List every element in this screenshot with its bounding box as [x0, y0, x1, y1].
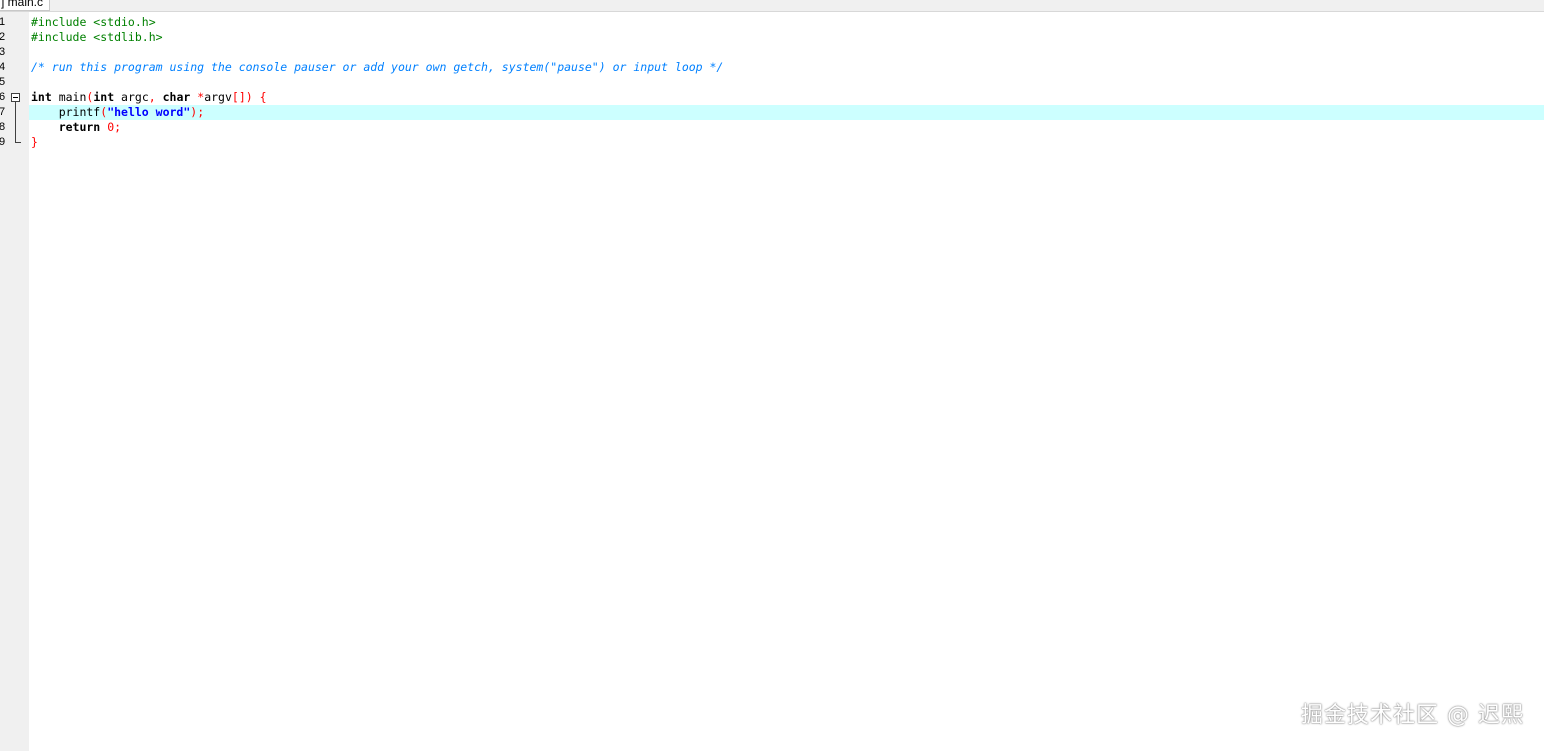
code-text: return 0;: [31, 120, 121, 135]
watermark: 掘金技术社区 @ 迟熙: [1301, 703, 1524, 728]
line-number: 2: [0, 31, 6, 43]
code-line[interactable]: 1 #include <stdio.h>: [0, 15, 1544, 30]
line-number: 9: [0, 136, 6, 148]
code-text: printf("hello word");: [31, 105, 204, 120]
line-number: 5: [0, 76, 6, 88]
code-line[interactable]: 5: [0, 75, 1544, 90]
code-token: "hello word": [107, 105, 191, 119]
code-line[interactable]: 8 return 0;: [0, 120, 1544, 135]
line-number: 6: [0, 91, 6, 103]
code-line[interactable]: 6 int main(int argc, char *argv[]) {: [0, 90, 1544, 105]
code-token: /* run this program using the console pa…: [31, 60, 724, 74]
line-number-area: 2: [0, 30, 29, 45]
code-text: int main(int argc, char *argv[]) {: [31, 90, 267, 105]
code-token: printf: [31, 105, 101, 119]
line-number-area: 4: [0, 60, 29, 75]
line-number: 7: [0, 106, 6, 118]
code-text: }: [31, 135, 38, 150]
code-line[interactable]: 7 printf("hello word");: [0, 105, 1544, 120]
line-number-area: 1: [0, 15, 29, 30]
code-text: #include <stdio.h>: [31, 15, 156, 30]
tab-main-c[interactable]: ] main.c: [0, 0, 51, 11]
code-token: #include <stdio.h>: [31, 15, 156, 29]
code-token: int: [93, 90, 115, 104]
line-number: 4: [0, 61, 6, 73]
code-token: ,: [148, 90, 156, 104]
code-token: argv: [204, 90, 232, 104]
code-token: int: [31, 90, 52, 104]
line-number: 1: [0, 16, 6, 28]
code-line[interactable]: 2 #include <stdlib.h>: [0, 30, 1544, 45]
code-token: {: [259, 90, 267, 104]
code-token: []): [231, 90, 253, 104]
code-token: main: [51, 90, 87, 104]
code-text: #include <stdlib.h>: [31, 30, 163, 45]
fold-collapse-icon[interactable]: [11, 93, 20, 102]
code-token: }: [31, 135, 38, 149]
code-token: return: [31, 120, 101, 134]
fold-end-marker: [15, 142, 21, 143]
code-token: #include <stdlib.h>: [31, 30, 163, 44]
fold-guide-line: [15, 102, 16, 142]
code-token: );: [190, 105, 205, 119]
code-token: char: [162, 90, 191, 104]
code-line[interactable]: 9}: [0, 135, 1544, 150]
code-line[interactable]: 3: [0, 45, 1544, 60]
line-number: 3: [0, 46, 6, 58]
line-number-area: 5: [0, 75, 29, 90]
code-line[interactable]: 4 /* run this program using the console p…: [0, 60, 1544, 75]
code-text: /* run this program using the console pa…: [31, 60, 723, 75]
line-number: 8: [0, 121, 6, 133]
code-token: ;: [114, 120, 122, 134]
code-editor[interactable]: 1 #include <stdio.h> 2 #include <stdlib.h> 3…: [0, 12, 1544, 751]
tab-bar: ] main.c: [0, 0, 1544, 12]
code-token: argc: [114, 90, 149, 104]
line-number-area: 3: [0, 45, 29, 60]
